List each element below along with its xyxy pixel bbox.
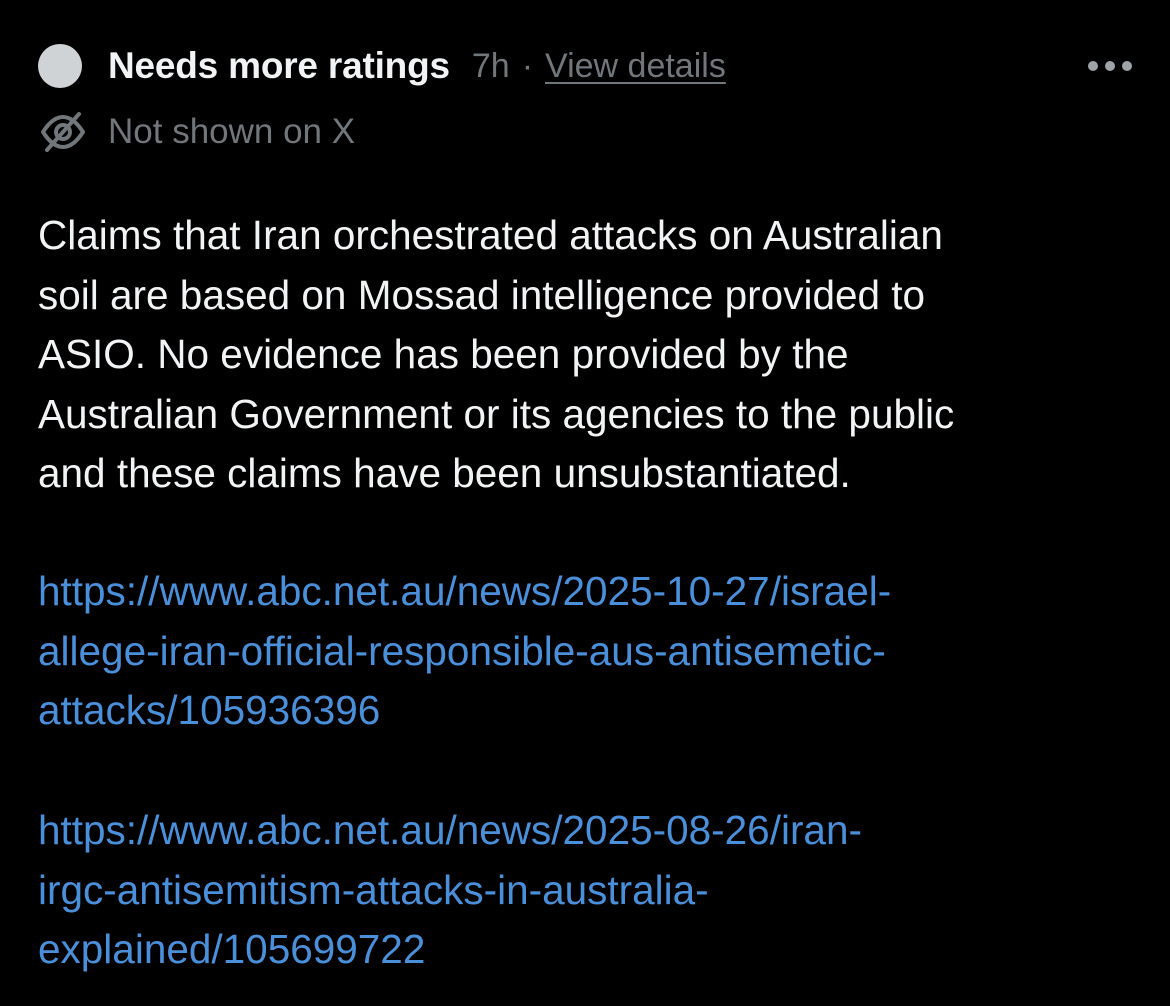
visibility-status: Not shown on X — [38, 106, 355, 158]
note-text: Claims that Iran orchestrated attacks on… — [38, 212, 955, 496]
more-horizontal-icon — [1088, 61, 1132, 71]
note-header: Needs more ratings 7h · View details — [38, 40, 1134, 92]
note-status-title: Needs more ratings — [108, 45, 450, 86]
view-details-link[interactable]: View details — [545, 47, 726, 86]
source-link-2[interactable]: https://www.abc.net.au/news/2025-08-26/i… — [38, 801, 1138, 980]
not-shown-label: Not shown on X — [108, 112, 356, 151]
status-dot-icon — [38, 44, 82, 88]
source-link-1[interactable]: https://www.abc.net.au/news/2025-10-27/i… — [38, 562, 1138, 741]
separator-dot: · — [521, 46, 534, 85]
note-timestamp: 7h — [471, 46, 510, 85]
eye-off-icon — [38, 107, 88, 157]
more-options-button[interactable] — [1074, 46, 1134, 86]
